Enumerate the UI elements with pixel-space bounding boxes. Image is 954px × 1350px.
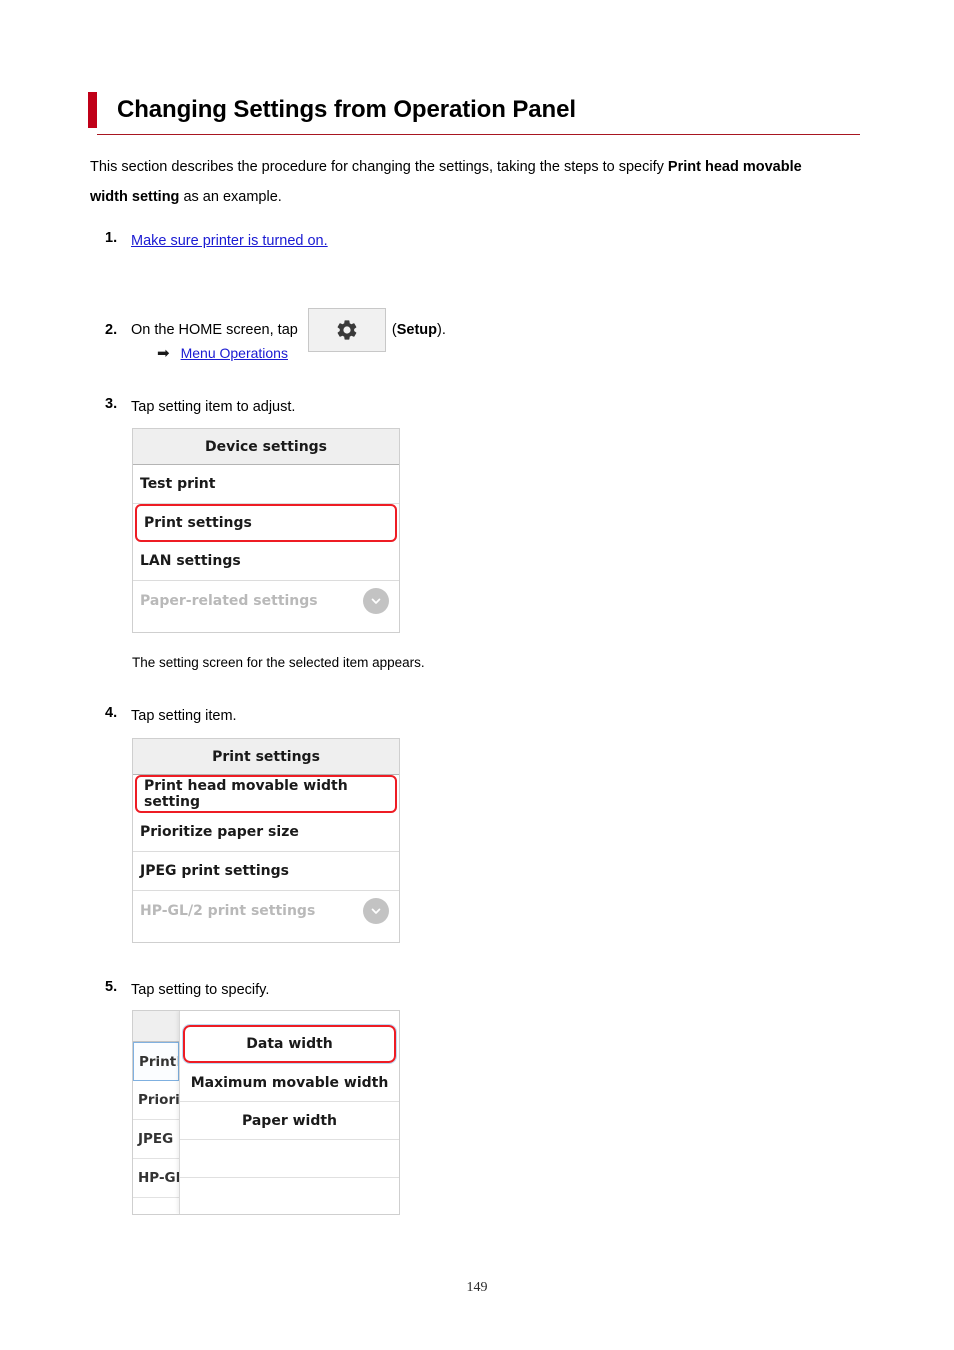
background-list-item[interactable]: Priorit <box>133 1081 179 1120</box>
list-item-label: Paper-related settings <box>140 592 318 609</box>
background-list-item[interactable]: JPEG <box>133 1120 179 1159</box>
option-label: Paper width <box>241 1112 338 1129</box>
step-2-setup-label: Setup <box>396 321 437 338</box>
step-5-body: Tap setting to specify. <box>131 982 270 998</box>
step-5-number: 5. <box>105 979 118 995</box>
print-settings-list: Print head movable width setting Priorit… <box>133 775 399 930</box>
option-empty-row <box>180 1178 399 1214</box>
gear-icon <box>335 318 359 342</box>
step-2-sublink-row: ➡ Menu Operations <box>157 345 288 361</box>
step-2-text-before: On the HOME screen, tap <box>131 321 298 338</box>
background-list-item[interactable]: HP-GL <box>133 1159 179 1198</box>
link-menu-operations[interactable]: Menu Operations <box>181 345 288 361</box>
device-settings-panel: Device settings Test print Print setting… <box>132 428 400 633</box>
page-number: 149 <box>466 1280 488 1295</box>
list-item-label: JPEG print settings <box>140 863 289 879</box>
background-list-item-label: Priorit <box>138 1092 179 1108</box>
device-settings-list: Test print Print settings LAN settings P… <box>133 465 399 620</box>
list-item[interactable]: Paper-related settings <box>133 581 399 620</box>
background-list-header <box>133 1011 179 1042</box>
arrow-right-icon: ➡ <box>157 344 170 362</box>
list-item[interactable]: HP-GL/2 print settings <box>133 891 399 930</box>
step-1-number: 1. <box>105 230 118 246</box>
background-list-item-print-head[interactable]: Print h <box>133 1042 179 1081</box>
device-settings-header: Device settings <box>133 429 399 465</box>
step-4: 4. Tap setting item. <box>105 705 237 727</box>
step-4-number: 4. <box>105 705 118 721</box>
list-item-print-settings[interactable]: Print settings <box>135 504 397 542</box>
step-1: 1. Make sure printer is turned on. <box>105 230 328 252</box>
list-item[interactable]: JPEG print settings <box>133 852 399 891</box>
background-list-item-label: Print <box>139 1053 177 1070</box>
step-3-note: The setting screen for the selected item… <box>132 655 425 670</box>
intro-text-part2: as an example. <box>179 189 282 205</box>
list-item[interactable]: Prioritize paper size <box>133 813 399 852</box>
setup-gear-button[interactable] <box>307 308 386 352</box>
step-2-paren-close: ). <box>436 321 446 338</box>
document-page: Changing Settings from Operation Panel T… <box>0 0 954 1350</box>
page-title: Changing Settings from Operation Panel <box>117 96 576 123</box>
list-item[interactable]: Test print <box>133 465 399 504</box>
chevron-down-icon[interactable] <box>363 587 389 614</box>
chevron-down-icon[interactable] <box>363 897 389 924</box>
title-divider <box>97 134 860 135</box>
step-2-number: 2. <box>105 322 118 338</box>
option-paper-width[interactable]: Paper width <box>180 1102 399 1140</box>
option-label: Maximum movable width <box>190 1074 389 1091</box>
step-1-body: Make sure printer is turned on. <box>131 230 328 252</box>
step-3-body: Tap setting item to adjust. <box>131 399 296 415</box>
step-5: 5. Tap setting to specify. <box>105 979 269 1001</box>
step-3-number: 3. <box>105 396 118 412</box>
movable-width-dialog-panel: Print h Priorit JPEG HP-GL Data width Ma… <box>132 1010 400 1215</box>
list-item-label: HP-GL/2 print settings <box>140 902 316 919</box>
list-item-label: Print settings <box>144 515 252 531</box>
list-item-label: LAN settings <box>140 553 241 569</box>
link-make-sure-printer-on[interactable]: Make sure printer is turned on. <box>131 233 328 249</box>
option-maximum-movable-width[interactable]: Maximum movable width <box>180 1064 399 1102</box>
option-empty-row <box>180 1140 399 1178</box>
print-settings-header: Print settings <box>133 739 399 775</box>
intro-paragraph: This section describes the procedure for… <box>90 152 830 212</box>
step-3: 3. Tap setting item to adjust. <box>105 396 295 418</box>
title-row: Changing Settings from Operation Panel <box>88 92 860 128</box>
option-data-width[interactable]: Data width <box>182 1024 397 1064</box>
background-list-item-label: HP-GL <box>138 1170 179 1186</box>
width-options-overlay: Data width Maximum movable width Paper w… <box>179 1011 399 1214</box>
intro-text-part1: This section describes the procedure for… <box>90 159 668 175</box>
list-item-label: Print head movable width setting <box>144 778 348 810</box>
list-item-label: Test print <box>140 476 216 492</box>
page-title-block: Changing Settings from Operation Panel <box>88 92 860 135</box>
list-item[interactable]: LAN settings <box>133 542 399 581</box>
option-label: Data width <box>246 1036 333 1052</box>
list-item-label: Prioritize paper size <box>140 824 299 840</box>
list-item-print-head-movable-width[interactable]: Print head movable width setting <box>135 775 397 813</box>
background-settings-list: Print h Priorit JPEG HP-GL <box>133 1011 179 1214</box>
print-settings-panel: Print settings Print head movable width … <box>132 738 400 943</box>
background-list-item-label: JPEG <box>138 1131 174 1147</box>
title-accent-bar <box>88 92 97 128</box>
step-4-body: Tap setting item. <box>131 708 237 724</box>
